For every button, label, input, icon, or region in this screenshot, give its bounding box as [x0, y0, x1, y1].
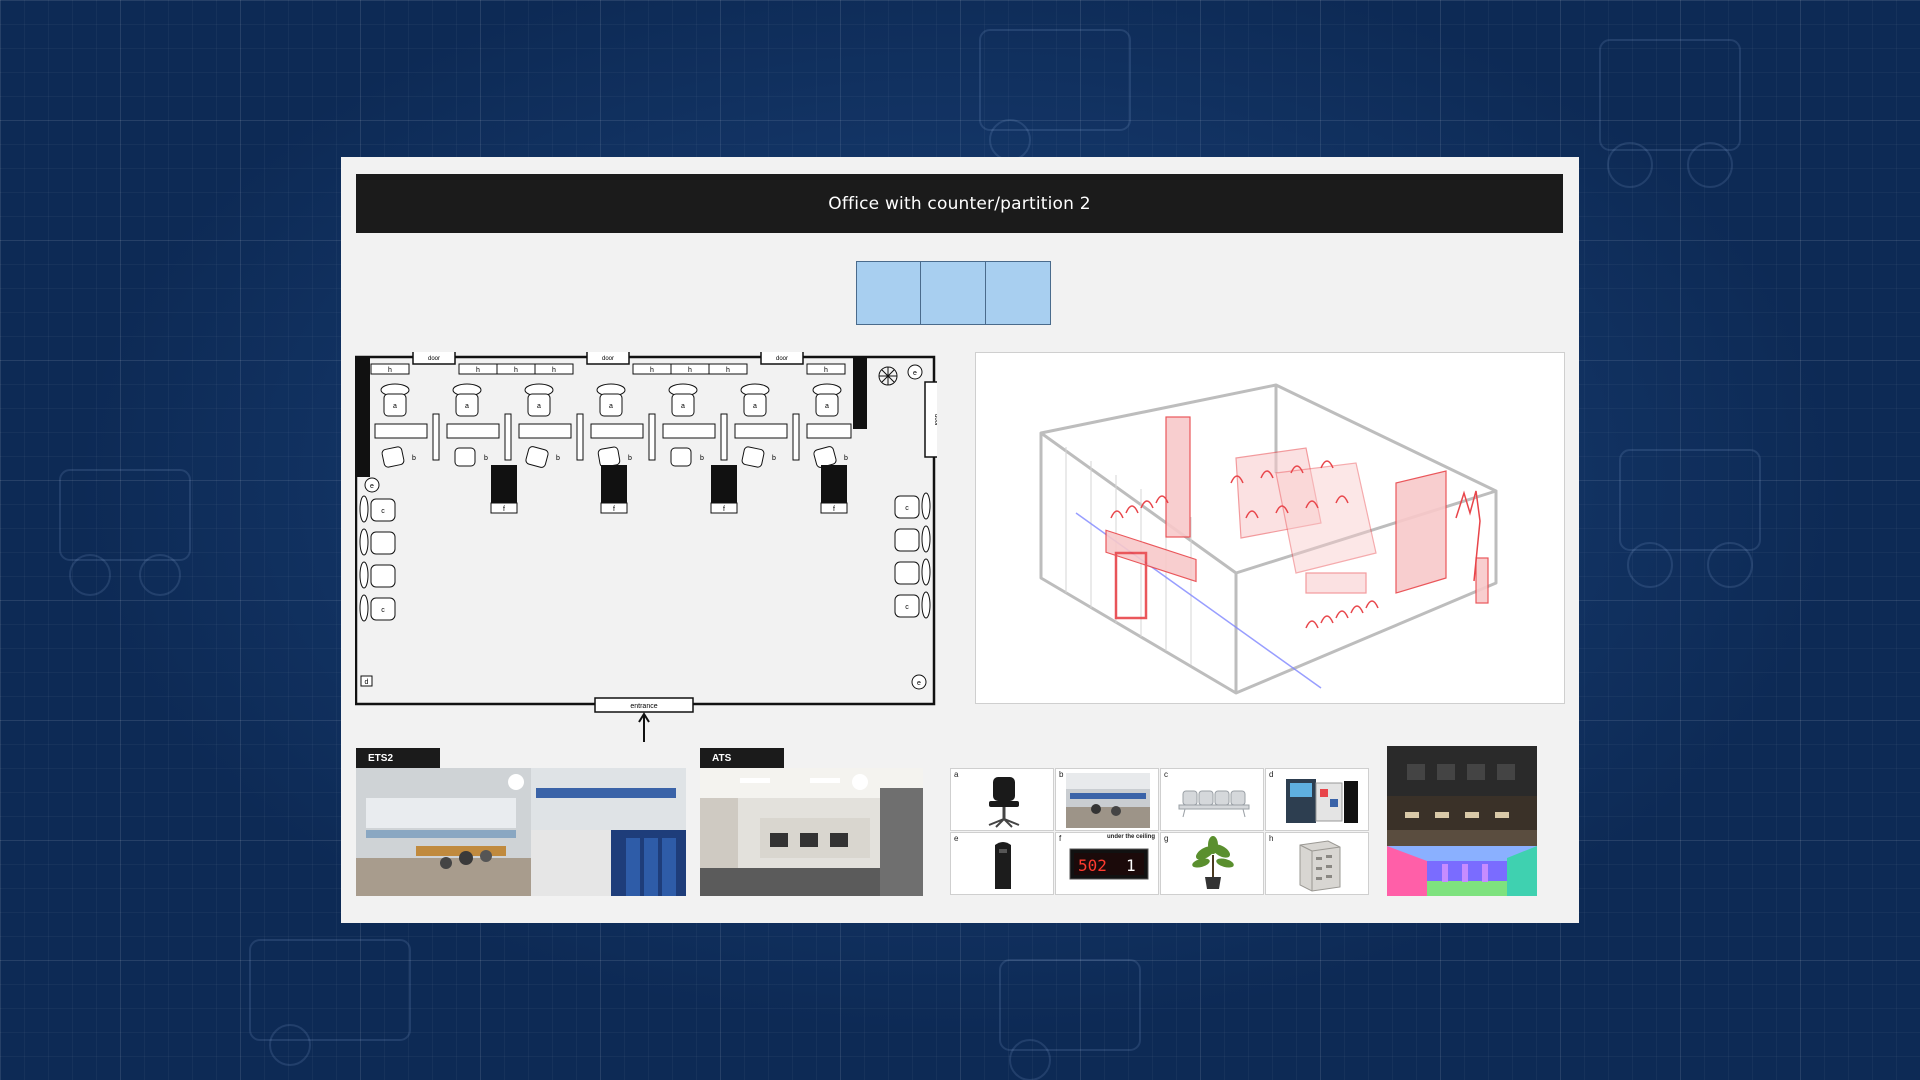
display-label: f — [833, 506, 835, 513]
bench-label: c — [905, 604, 909, 611]
prop-cell-e: e — [950, 832, 1054, 895]
chair-label: a — [465, 403, 469, 410]
cabinet-label: h — [726, 367, 730, 374]
prop-cell-d: d — [1265, 768, 1369, 831]
counter-station: a b a b a b a b a b a b a b — [374, 383, 852, 468]
chair-label: b — [700, 455, 704, 462]
prop-cell-h: h — [1265, 832, 1369, 895]
door-label: door — [776, 356, 788, 362]
reference-photo — [700, 768, 923, 896]
display-label: f — [503, 506, 505, 513]
prop-cell-g: g — [1160, 832, 1264, 895]
chair-label: a — [393, 403, 397, 410]
potted-plant-icon — [1192, 836, 1234, 889]
cabinet-label: h — [552, 367, 556, 374]
prop-cell-f: f under the ceiling 502 1 — [1055, 832, 1159, 895]
cabinet-icon — [1299, 840, 1341, 892]
door-label: door — [428, 356, 440, 362]
wall-block — [853, 357, 867, 429]
color-swatch — [855, 261, 922, 325]
door: door — [924, 381, 937, 458]
color-swatches — [855, 261, 1051, 325]
waiting-bench-right — [894, 492, 931, 619]
waiting-bench-left — [359, 495, 396, 622]
floor-plan: door door door door h h h h h h h h a b … — [355, 352, 937, 742]
color-swatch — [984, 261, 1051, 325]
room-outline — [355, 355, 936, 706]
door: door — [760, 352, 804, 365]
chair-label: a — [753, 403, 757, 410]
bench-label: c — [381, 607, 385, 614]
slide-title: Office with counter/partition 2 — [356, 174, 1563, 233]
office-photo-icon — [1066, 773, 1150, 828]
slide: Office with counter/partition 2 door doo… — [341, 157, 1579, 923]
photo-tab: ATS — [700, 748, 784, 768]
plant-icon — [878, 366, 898, 386]
display-label: f — [723, 506, 725, 513]
office-chair-icon — [988, 777, 1020, 828]
chair-label: b — [772, 455, 776, 462]
google-icon — [508, 774, 524, 790]
chair-label: b — [556, 455, 560, 462]
prop-cell-c: c — [1160, 768, 1264, 831]
cabinet-label: h — [688, 367, 692, 374]
3d-render — [975, 352, 1565, 704]
chair-label: b — [844, 455, 848, 462]
entrance: entrance — [594, 697, 694, 742]
wall-block — [356, 357, 370, 477]
chair-label: a — [609, 403, 613, 410]
reference-photo-ats: ATS — [700, 748, 923, 896]
bench-label: c — [381, 508, 385, 515]
cabinet-label: h — [514, 367, 518, 374]
chair-label: a — [825, 403, 829, 410]
reference-photo-ets2: ETS2 — [356, 748, 686, 896]
door: door — [586, 352, 630, 365]
bin-label: e — [913, 370, 917, 377]
cabinet-label: h — [476, 367, 480, 374]
prop-reference-grid: a b c d e f under the ceiling 502 1 g h — [950, 768, 1369, 895]
trash-bin-icon — [995, 842, 1011, 889]
door-label: door — [933, 414, 937, 426]
queue-display-icon: 502 1 — [1069, 848, 1149, 880]
photo-tab: ETS2 — [356, 748, 440, 768]
cabinet-label: h — [650, 367, 654, 374]
display-label: f — [613, 506, 615, 513]
entrance-label: entrance — [630, 703, 657, 710]
bin-label: e — [917, 680, 921, 687]
reference-photo — [356, 768, 686, 896]
door-label: door — [602, 356, 614, 362]
chair-label: b — [484, 455, 488, 462]
display-number: 1 — [1126, 856, 1136, 875]
3d-wireframe — [1039, 383, 1498, 695]
kiosk-label: d — [365, 679, 369, 686]
chair-label: a — [681, 403, 685, 410]
queue-display: f f f f — [490, 465, 848, 514]
bench-label: c — [905, 505, 909, 512]
display-number: 502 — [1078, 856, 1107, 875]
render-passes-preview — [1387, 746, 1537, 896]
prop-cell-b: b — [1055, 768, 1159, 831]
cabinet-label: h — [824, 367, 828, 374]
waiting-bench-icon — [1178, 790, 1250, 818]
prop-cell-a: a — [950, 768, 1054, 831]
cabinet-label: h — [388, 367, 392, 374]
chair-label: b — [628, 455, 632, 462]
chair-label: b — [412, 455, 416, 462]
chair-label: a — [537, 403, 541, 410]
bin-label: e — [370, 483, 374, 490]
kiosk-icon — [1286, 779, 1358, 823]
door: door — [412, 352, 456, 365]
color-swatch — [920, 261, 986, 325]
google-icon — [852, 774, 868, 790]
